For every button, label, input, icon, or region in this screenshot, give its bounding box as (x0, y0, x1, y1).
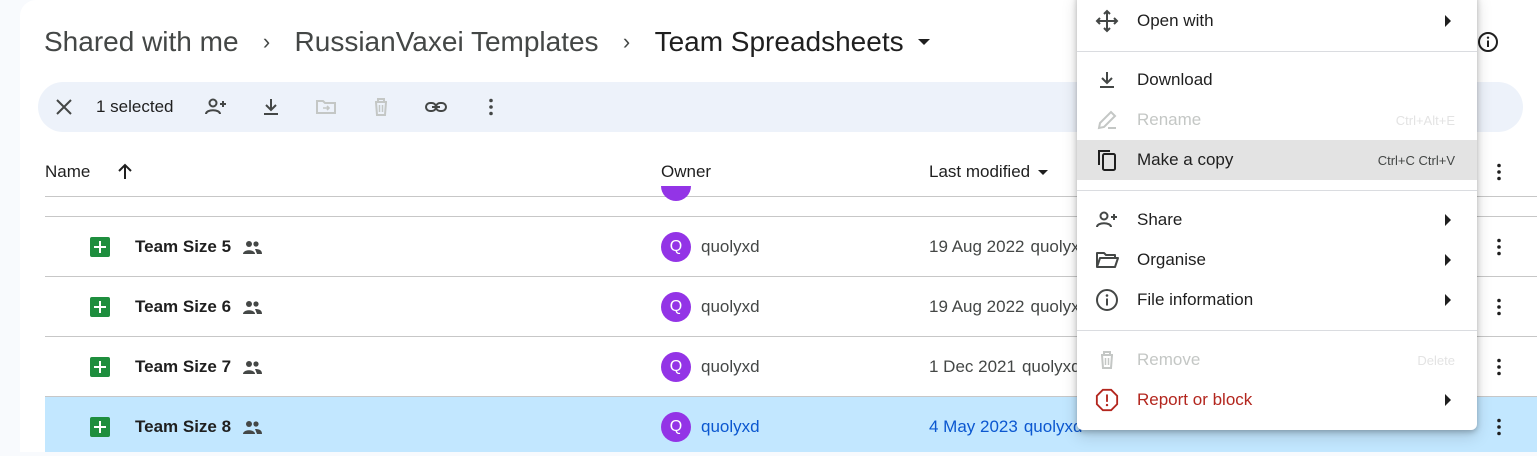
menu-shortcut: Ctrl+Alt+E (1395, 112, 1455, 128)
menu-item-organise[interactable]: Organise (1077, 240, 1477, 280)
scrolled-row-avatar (661, 186, 691, 201)
shared-icon (241, 299, 263, 315)
pencil-icon (1095, 108, 1119, 132)
column-last-modified-label: Last modified (929, 162, 1031, 181)
selected-count: 1 selected (96, 97, 174, 116)
breadcrumb-current-folder[interactable]: Team Spreadsheets (655, 26, 930, 58)
owner-name: quolyxd (701, 236, 760, 256)
shared-icon (241, 419, 263, 435)
caret-down-icon (917, 39, 930, 45)
menu-divider (1077, 190, 1477, 191)
submenu-arrow-icon (1445, 294, 1451, 306)
modified-by: quolyx (1030, 296, 1080, 316)
menu-label: Make a copy (1137, 150, 1234, 169)
breadcrumb-russianvaxei-templates[interactable]: RussianVaxei Templates (295, 26, 599, 58)
menu-divider (1077, 330, 1477, 331)
avatar: Q (661, 351, 691, 382)
folder-open-icon (1095, 248, 1119, 272)
modified-date: 1 Dec 2021 (929, 356, 1016, 376)
menu-label: Rename (1137, 110, 1202, 129)
context-menu: Open with Download Rename Ctrl+Alt+E Mak… (1077, 0, 1477, 430)
modified-date: 4 May 2023 (929, 416, 1018, 436)
more-vert-icon[interactable] (1487, 355, 1511, 379)
modified-date: 19 Aug 2022 (929, 236, 1025, 256)
menu-shortcut: Ctrl+C Ctrl+V (1377, 152, 1455, 168)
header-more-vert-icon[interactable] (1487, 160, 1511, 184)
avatar: Q (661, 231, 691, 262)
trash-icon (369, 95, 393, 119)
close-icon[interactable] (52, 95, 76, 119)
submenu-arrow-icon (1445, 214, 1451, 226)
menu-label: Organise (1137, 250, 1206, 269)
more-vert-icon[interactable] (1487, 295, 1511, 319)
column-header-last-modified[interactable]: Last modified (929, 148, 1049, 196)
add-person-icon[interactable] (204, 95, 228, 119)
menu-shortcut: Delete (1417, 352, 1455, 368)
info-icon[interactable] (1476, 30, 1500, 54)
breadcrumb: Shared with me › RussianVaxei Templates … (44, 22, 930, 62)
google-sheets-icon (90, 416, 110, 437)
avatar: Q (661, 291, 691, 322)
shared-icon (241, 239, 263, 255)
breadcrumb-shared-with-me[interactable]: Shared with me (44, 26, 239, 58)
menu-label: Share (1137, 210, 1183, 229)
caret-down-icon (1038, 169, 1049, 175)
link-icon[interactable] (424, 95, 448, 119)
menu-label: File information (1137, 290, 1254, 309)
menu-label: Download (1137, 70, 1213, 89)
google-sheets-icon (90, 296, 110, 317)
menu-item-share[interactable]: Share (1077, 200, 1477, 240)
modified-date: 19 Aug 2022 (929, 296, 1025, 316)
menu-divider (1077, 51, 1477, 52)
file-name: Team Size 8 (135, 416, 232, 436)
menu-label: Open with (1137, 11, 1214, 30)
shared-icon (241, 359, 263, 375)
menu-item-remove: Remove Delete (1077, 340, 1477, 380)
google-sheets-icon (90, 356, 110, 377)
download-icon (1095, 68, 1119, 92)
more-vert-icon[interactable] (479, 95, 503, 119)
report-octagon-icon (1095, 388, 1119, 412)
info-icon (1095, 288, 1119, 312)
copy-icon (1095, 148, 1119, 172)
file-name: Team Size 6 (135, 296, 232, 316)
google-sheets-icon (90, 236, 110, 257)
add-person-icon (1095, 208, 1119, 232)
open-with-icon (1095, 9, 1119, 33)
menu-item-report-or-block[interactable]: Report or block (1077, 380, 1477, 420)
avatar: Q (661, 411, 691, 442)
download-icon[interactable] (259, 95, 283, 119)
modified-by: quolyxd (1023, 416, 1083, 436)
move-to-folder-icon (314, 95, 338, 119)
menu-item-make-a-copy[interactable]: Make a copy Ctrl+C Ctrl+V (1077, 140, 1477, 180)
owner-name: quolyxd (701, 416, 760, 436)
breadcrumb-separator: › (262, 29, 271, 54)
sort-ascending-icon[interactable] (116, 163, 134, 181)
file-name: Team Size 5 (135, 236, 232, 256)
submenu-arrow-icon (1445, 15, 1451, 27)
menu-item-download[interactable]: Download (1077, 60, 1477, 100)
file-name: Team Size 7 (135, 356, 232, 376)
modified-by: quolyx (1030, 236, 1080, 256)
more-vert-icon[interactable] (1487, 235, 1511, 259)
submenu-arrow-icon (1445, 254, 1451, 266)
menu-item-rename: Rename Ctrl+Alt+E (1077, 100, 1477, 140)
owner-name: quolyxd (701, 356, 760, 376)
trash-icon (1095, 348, 1119, 372)
more-vert-icon[interactable] (1487, 415, 1511, 439)
menu-item-file-information[interactable]: File information (1077, 280, 1477, 320)
column-name-label: Name (45, 162, 91, 181)
menu-label: Report or block (1137, 390, 1253, 409)
current-folder-label: Team Spreadsheets (654, 26, 904, 57)
column-header-name[interactable]: Name (45, 148, 134, 196)
owner-name: quolyxd (701, 296, 760, 316)
menu-item-open-with[interactable]: Open with (1077, 1, 1477, 41)
modified-by: quolyxd (1021, 356, 1081, 376)
menu-label: Remove (1137, 350, 1201, 369)
submenu-arrow-icon (1445, 394, 1451, 406)
breadcrumb-separator: › (622, 29, 631, 54)
